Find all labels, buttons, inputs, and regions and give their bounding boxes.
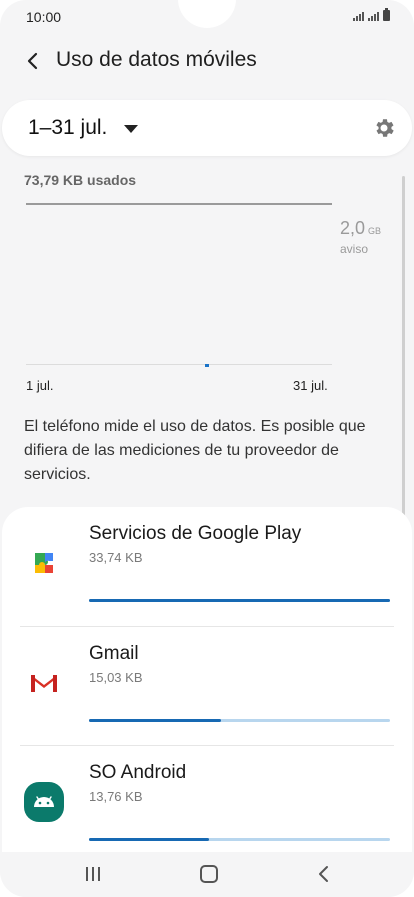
recent-apps-icon[interactable] (84, 866, 102, 882)
back-arrow-icon[interactable] (22, 50, 44, 72)
chart-end-date: 31 jul. (293, 378, 328, 393)
battery-icon (383, 8, 390, 21)
usage-bar-fill (89, 838, 210, 841)
period-label[interactable]: 1–31 jul. (28, 116, 107, 140)
app-name: Gmail (89, 643, 139, 664)
caret-down-icon[interactable] (124, 125, 138, 133)
list-item[interactable]: Servicios de Google Play 33,74 KB (2, 507, 412, 627)
usage-bar (89, 719, 390, 722)
usage-bar (89, 599, 390, 602)
app-data-size: 15,03 KB (89, 670, 143, 685)
warning-label: aviso (340, 242, 369, 256)
usage-disclaimer: El teléfono mide el uso de datos. Es pos… (24, 418, 366, 483)
phone-screen: 10:00 Uso de datos móviles 1–31 jul. 73,… (0, 0, 414, 897)
navigation-bar (0, 852, 414, 897)
warning-unit: GB (368, 226, 382, 236)
chart-start-date: 1 jul. (26, 378, 54, 393)
data-used-label: 73,79 KB usados (24, 172, 137, 188)
status-icons (353, 8, 390, 21)
app-bar: Uso de datos móviles (0, 40, 414, 84)
camera-notch (178, 0, 236, 28)
signal-icon (368, 12, 379, 21)
app-data-size: 33,74 KB (89, 550, 143, 565)
status-time: 10:00 (26, 9, 62, 25)
nav-back-icon[interactable] (316, 865, 332, 883)
app-name: Servicios de Google Play (89, 523, 302, 544)
gmail-icon (23, 662, 65, 704)
period-selector[interactable]: 1–31 jul. (2, 100, 412, 156)
usage-bar (89, 838, 390, 841)
page-title: Uso de datos móviles (56, 48, 257, 71)
warning-limit-line[interactable] (26, 203, 332, 205)
list-item[interactable]: Gmail 15,03 KB (2, 627, 412, 747)
chart-baseline (26, 364, 332, 365)
home-icon[interactable] (200, 865, 218, 883)
app-usage-list: Servicios de Google Play 33,74 KB Gmail … (2, 507, 412, 852)
list-item[interactable]: SO Android 13,76 KB (2, 746, 412, 852)
google-play-services-icon (23, 542, 65, 584)
app-data-size: 13,76 KB (89, 789, 143, 804)
app-name: SO Android (89, 762, 187, 783)
warning-value: 2,0 GB (340, 218, 382, 238)
status-bar: 10:00 (0, 0, 414, 34)
usage-bar-fill (89, 719, 222, 722)
android-icon (24, 782, 64, 822)
gear-icon[interactable] (372, 116, 396, 140)
usage-marker (205, 364, 209, 367)
usage-bar-fill (89, 599, 390, 602)
signal-icon (353, 12, 364, 21)
